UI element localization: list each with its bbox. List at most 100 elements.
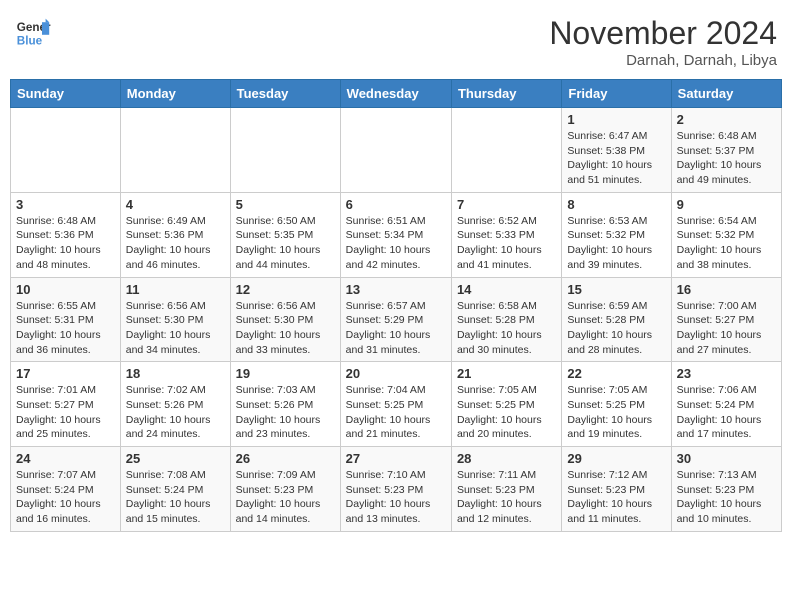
day-info: Sunrise: 7:05 AM Sunset: 5:25 PM Dayligh… bbox=[567, 383, 665, 442]
calendar-table: SundayMondayTuesdayWednesdayThursdayFrid… bbox=[10, 79, 782, 532]
day-cell: 13 Sunrise: 6:57 AM Sunset: 5:29 PM Dayli… bbox=[340, 277, 451, 362]
day-cell: 11Sunrise: 6:56 AM Sunset: 5:30 PM Dayli… bbox=[120, 277, 230, 362]
day-info: Sunrise: 6:54 AM Sunset: 5:32 PM Dayligh… bbox=[677, 214, 776, 273]
day-number: 17 bbox=[16, 366, 115, 381]
day-cell: 20 Sunrise: 7:04 AM Sunset: 5:25 PM Dayli… bbox=[340, 362, 451, 447]
day-cell: 5Sunrise: 6:50 AM Sunset: 5:35 PM Daylig… bbox=[230, 192, 340, 277]
svg-text:Blue: Blue bbox=[17, 35, 43, 48]
day-info: Sunrise: 7:06 AM Sunset: 5:24 PM Dayligh… bbox=[677, 383, 776, 442]
day-cell: 6 Sunrise: 6:51 AM Sunset: 5:34 PM Daylig… bbox=[340, 192, 451, 277]
day-number: 10 bbox=[16, 282, 115, 297]
day-number: 30 bbox=[677, 451, 776, 466]
day-number: 7 bbox=[457, 197, 556, 212]
day-info: Sunrise: 6:59 AM Sunset: 5:28 PM Dayligh… bbox=[567, 299, 665, 358]
day-info: Sunrise: 7:03 AM Sunset: 5:26 PM Dayligh… bbox=[236, 383, 335, 442]
day-info: Sunrise: 6:57 AM Sunset: 5:29 PM Dayligh… bbox=[346, 299, 446, 358]
day-number: 2 bbox=[677, 112, 776, 127]
day-info: Sunrise: 7:08 AM Sunset: 5:24 PM Dayligh… bbox=[126, 468, 225, 527]
day-info: Sunrise: 7:04 AM Sunset: 5:25 PM Dayligh… bbox=[346, 383, 446, 442]
day-number: 4 bbox=[126, 197, 225, 212]
day-info: Sunrise: 7:01 AM Sunset: 5:27 PM Dayligh… bbox=[16, 383, 115, 442]
day-info: Sunrise: 6:55 AM Sunset: 5:31 PM Dayligh… bbox=[16, 299, 115, 358]
week-row-1: 1 Sunrise: 6:47 AM Sunset: 5:38 PM Daylig… bbox=[11, 108, 782, 193]
title-block: November 2024 Darnah, Darnah, Libya bbox=[549, 15, 777, 69]
day-number: 8 bbox=[567, 197, 665, 212]
day-number: 25 bbox=[126, 451, 225, 466]
day-info: Sunrise: 7:09 AM Sunset: 5:23 PM Dayligh… bbox=[236, 468, 335, 527]
weekday-header-wednesday: Wednesday bbox=[340, 80, 451, 108]
week-row-4: 17 Sunrise: 7:01 AM Sunset: 5:27 PM Dayli… bbox=[11, 362, 782, 447]
day-cell: 16Sunrise: 7:00 AM Sunset: 5:27 PM Dayli… bbox=[671, 277, 781, 362]
day-cell: 2 Sunrise: 6:48 AM Sunset: 5:37 PM Daylig… bbox=[671, 108, 781, 193]
weekday-header-tuesday: Tuesday bbox=[230, 80, 340, 108]
day-cell: 19 Sunrise: 7:03 AM Sunset: 5:26 PM Dayli… bbox=[230, 362, 340, 447]
day-info: Sunrise: 7:05 AM Sunset: 5:25 PM Dayligh… bbox=[457, 383, 556, 442]
day-number: 13 bbox=[346, 282, 446, 297]
day-number: 26 bbox=[236, 451, 335, 466]
day-number: 16 bbox=[677, 282, 776, 297]
day-info: Sunrise: 6:48 AM Sunset: 5:37 PM Dayligh… bbox=[677, 129, 776, 188]
day-cell: 18Sunrise: 7:02 AM Sunset: 5:26 PM Dayli… bbox=[120, 362, 230, 447]
day-number: 3 bbox=[16, 197, 115, 212]
page-header: General Blue November 2024 Darnah, Darna… bbox=[10, 10, 782, 69]
logo-icon: General Blue bbox=[15, 15, 51, 51]
day-info: Sunrise: 6:53 AM Sunset: 5:32 PM Dayligh… bbox=[567, 214, 665, 273]
weekday-header-row: SundayMondayTuesdayWednesdayThursdayFrid… bbox=[11, 80, 782, 108]
day-number: 20 bbox=[346, 366, 446, 381]
month-title: November 2024 bbox=[549, 15, 777, 52]
day-info: Sunrise: 6:51 AM Sunset: 5:34 PM Dayligh… bbox=[346, 214, 446, 273]
day-cell: 9 Sunrise: 6:54 AM Sunset: 5:32 PM Daylig… bbox=[671, 192, 781, 277]
day-number: 22 bbox=[567, 366, 665, 381]
day-cell bbox=[230, 108, 340, 193]
day-cell: 26 Sunrise: 7:09 AM Sunset: 5:23 PM Dayli… bbox=[230, 447, 340, 532]
day-number: 23 bbox=[677, 366, 776, 381]
weekday-header-sunday: Sunday bbox=[11, 80, 121, 108]
day-cell: 15 Sunrise: 6:59 AM Sunset: 5:28 PM Dayli… bbox=[562, 277, 671, 362]
weekday-header-monday: Monday bbox=[120, 80, 230, 108]
day-number: 11 bbox=[126, 282, 225, 297]
day-cell: 25 Sunrise: 7:08 AM Sunset: 5:24 PM Dayli… bbox=[120, 447, 230, 532]
location: Darnah, Darnah, Libya bbox=[549, 52, 777, 69]
weekday-header-thursday: Thursday bbox=[451, 80, 561, 108]
day-info: Sunrise: 6:56 AM Sunset: 5:30 PM Dayligh… bbox=[236, 299, 335, 358]
day-number: 21 bbox=[457, 366, 556, 381]
day-cell: 23 Sunrise: 7:06 AM Sunset: 5:24 PM Dayli… bbox=[671, 362, 781, 447]
day-cell: 21 Sunrise: 7:05 AM Sunset: 5:25 PM Dayli… bbox=[451, 362, 561, 447]
weekday-header-friday: Friday bbox=[562, 80, 671, 108]
day-cell: 10 Sunrise: 6:55 AM Sunset: 5:31 PM Dayli… bbox=[11, 277, 121, 362]
day-info: Sunrise: 6:47 AM Sunset: 5:38 PM Dayligh… bbox=[567, 129, 665, 188]
day-cell: 27Sunrise: 7:10 AM Sunset: 5:23 PM Dayli… bbox=[340, 447, 451, 532]
day-number: 6 bbox=[346, 197, 446, 212]
day-cell: 28Sunrise: 7:11 AM Sunset: 5:23 PM Dayli… bbox=[451, 447, 561, 532]
weekday-header-saturday: Saturday bbox=[671, 80, 781, 108]
day-info: Sunrise: 6:48 AM Sunset: 5:36 PM Dayligh… bbox=[16, 214, 115, 273]
day-number: 24 bbox=[16, 451, 115, 466]
day-cell: 17 Sunrise: 7:01 AM Sunset: 5:27 PM Dayli… bbox=[11, 362, 121, 447]
day-number: 1 bbox=[567, 112, 665, 127]
day-number: 9 bbox=[677, 197, 776, 212]
day-cell: 12 Sunrise: 6:56 AM Sunset: 5:30 PM Dayli… bbox=[230, 277, 340, 362]
day-number: 19 bbox=[236, 366, 335, 381]
day-cell bbox=[120, 108, 230, 193]
week-row-5: 24 Sunrise: 7:07 AM Sunset: 5:24 PM Dayli… bbox=[11, 447, 782, 532]
week-row-2: 3 Sunrise: 6:48 AM Sunset: 5:36 PM Daylig… bbox=[11, 192, 782, 277]
day-number: 29 bbox=[567, 451, 665, 466]
day-info: Sunrise: 7:13 AM Sunset: 5:23 PM Dayligh… bbox=[677, 468, 776, 527]
day-number: 18 bbox=[126, 366, 225, 381]
day-cell: 7 Sunrise: 6:52 AM Sunset: 5:33 PM Daylig… bbox=[451, 192, 561, 277]
day-cell bbox=[11, 108, 121, 193]
day-cell: 1 Sunrise: 6:47 AM Sunset: 5:38 PM Daylig… bbox=[562, 108, 671, 193]
day-number: 12 bbox=[236, 282, 335, 297]
day-cell bbox=[451, 108, 561, 193]
day-cell: 4 Sunrise: 6:49 AM Sunset: 5:36 PM Daylig… bbox=[120, 192, 230, 277]
day-cell: 24 Sunrise: 7:07 AM Sunset: 5:24 PM Dayli… bbox=[11, 447, 121, 532]
day-cell: 3 Sunrise: 6:48 AM Sunset: 5:36 PM Daylig… bbox=[11, 192, 121, 277]
day-info: Sunrise: 6:49 AM Sunset: 5:36 PM Dayligh… bbox=[126, 214, 225, 273]
day-number: 15 bbox=[567, 282, 665, 297]
day-cell: 8 Sunrise: 6:53 AM Sunset: 5:32 PM Daylig… bbox=[562, 192, 671, 277]
day-info: Sunrise: 7:11 AM Sunset: 5:23 PM Dayligh… bbox=[457, 468, 556, 527]
day-info: Sunrise: 7:07 AM Sunset: 5:24 PM Dayligh… bbox=[16, 468, 115, 527]
day-info: Sunrise: 6:52 AM Sunset: 5:33 PM Dayligh… bbox=[457, 214, 556, 273]
logo: General Blue bbox=[15, 15, 51, 51]
day-info: Sunrise: 7:10 AM Sunset: 5:23 PM Dayligh… bbox=[346, 468, 446, 527]
